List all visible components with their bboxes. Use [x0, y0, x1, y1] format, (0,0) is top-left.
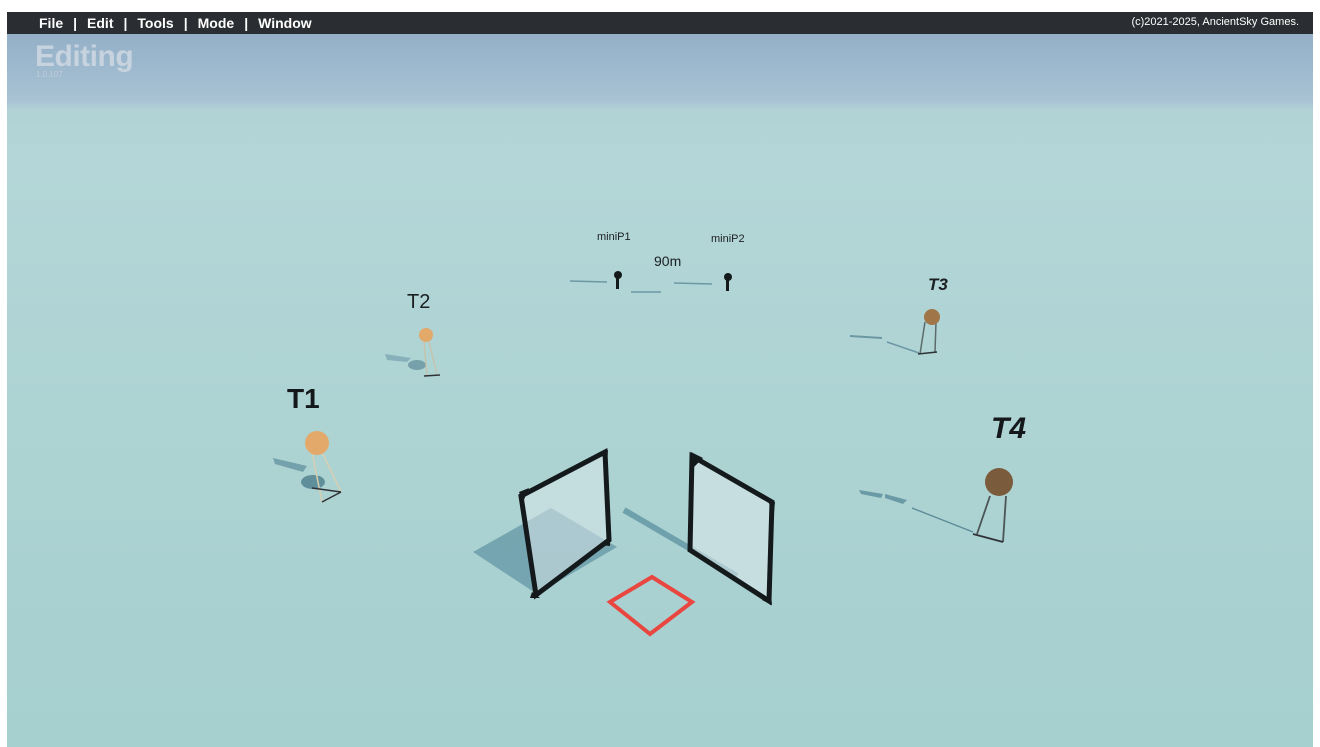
target-t4-shadow-b: [885, 494, 907, 504]
target-t3-plate: [924, 309, 940, 325]
copyright-notice: (c)2021-2025, AncientSky Games.: [1131, 16, 1299, 28]
menu-file[interactable]: File: [37, 15, 65, 31]
target-t1-base: [311, 487, 342, 493]
target-t2-stand-right: [428, 341, 438, 375]
target-t1-base-side: [321, 491, 342, 503]
target-t3-shadow: [849, 335, 883, 339]
scene-canvas[interactable]: T2 T1 miniP1 miniP2 90m T3 T4: [7, 12, 1313, 747]
target-t2-base: [423, 374, 441, 377]
target-t1-stand-right: [321, 451, 342, 493]
barricade-right-panel: [687, 451, 775, 606]
menu-separator: |: [123, 15, 128, 31]
menu-separator: |: [73, 15, 78, 31]
main-menu: File | Edit | Tools | Mode | Window: [7, 12, 1313, 34]
mini-post-1-head: [614, 271, 622, 279]
shooter-box-outline: [606, 574, 696, 637]
target-t4-stand-left: [976, 495, 991, 535]
barricade-right[interactable]: [687, 451, 775, 606]
barricade-left-panel: [518, 447, 612, 600]
distance-label: 90m: [654, 253, 681, 269]
menu-edit[interactable]: Edit: [85, 15, 115, 31]
target-t4[interactable]: T4: [859, 412, 1026, 543]
mini-post-2-head: [724, 273, 732, 281]
menu-separator: |: [183, 15, 188, 31]
target-t2-plate: [419, 328, 433, 342]
target-t4-shadow-line: [911, 507, 974, 533]
target-t4-shadow: [859, 490, 883, 498]
target-t3[interactable]: T3: [849, 275, 948, 355]
mini-post-2[interactable]: miniP2: [673, 233, 745, 291]
target-t4-stand-right: [1002, 495, 1007, 543]
menu-tools[interactable]: Tools: [135, 15, 175, 31]
menu-bar: File | Edit | Tools | Mode | Window (c)2…: [7, 12, 1313, 34]
target-t4-plate: [985, 468, 1013, 496]
menu-mode[interactable]: Mode: [196, 15, 237, 31]
target-t2-stand-left: [423, 341, 428, 377]
target-t2-shadow: [385, 354, 411, 362]
target-t2-shadow-blob: [408, 360, 426, 370]
menu-separator: |: [244, 15, 249, 31]
mode-title: Editing: [35, 40, 134, 73]
target-t1-label: T1: [287, 383, 320, 414]
game-viewport[interactable]: T2 T1 miniP1 miniP2 90m T3 T4 File | Edi…: [7, 12, 1313, 747]
target-t2-label: T2: [407, 291, 430, 313]
target-t4-label: T4: [991, 412, 1026, 445]
shooter-box[interactable]: [606, 574, 696, 637]
mini-post-1-label: miniP1: [597, 231, 631, 243]
mini-post-1-shadow: [569, 280, 608, 283]
target-t1-shadow: [273, 458, 307, 472]
target-t1-shadow-blob: [301, 475, 325, 489]
mini-post-1[interactable]: miniP1: [569, 231, 661, 293]
target-t1-plate: [305, 431, 329, 455]
target-t3-shadow-2: [886, 341, 920, 354]
target-t3-label: T3: [928, 275, 948, 294]
target-t3-stand-left: [919, 321, 926, 355]
barricade-left[interactable]: [473, 447, 617, 600]
version-label: 1.0.107: [36, 70, 63, 79]
mini-post-2-shadow: [673, 282, 713, 285]
menu-window[interactable]: Window: [256, 15, 314, 31]
target-t3-stand-right: [934, 321, 937, 353]
target-t2[interactable]: T2: [385, 291, 441, 377]
target-t4-base: [972, 533, 1004, 543]
target-t1[interactable]: T1: [273, 383, 342, 503]
mini-post-2-label: miniP2: [711, 233, 745, 245]
